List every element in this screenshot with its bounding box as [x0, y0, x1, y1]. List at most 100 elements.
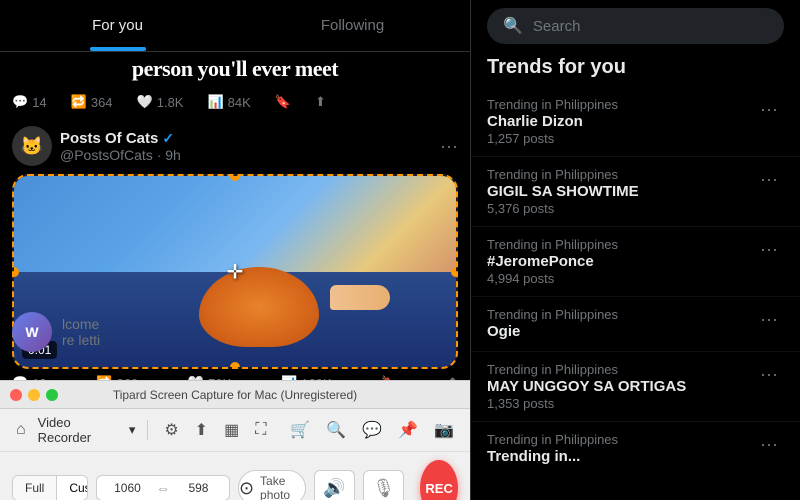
search-placeholder[interactable]: Search: [533, 18, 581, 35]
message-icon[interactable]: 💬: [358, 418, 386, 442]
trend-posts-4: 1,353 posts: [487, 396, 754, 411]
main-container: For you Following person you'll ever mee…: [0, 0, 800, 500]
maximize-window-button[interactable]: [46, 389, 58, 401]
trend-item-0[interactable]: Trending in Philippines Charlie Dizon 1,…: [471, 87, 800, 157]
close-window-button[interactable]: [10, 389, 22, 401]
trend-more-2[interactable]: ···: [754, 237, 784, 262]
search-input-wrapper[interactable]: 🔍 Search: [487, 8, 784, 44]
trend-category-1: Trending in Philippines: [487, 167, 754, 182]
share-icon: ⬆: [315, 94, 326, 110]
profile-text-line2: re letti: [62, 332, 100, 348]
trend-category-2: Trending in Philippines: [487, 237, 754, 252]
search-toolbar-icon[interactable]: 🔍: [322, 418, 350, 442]
toolbar-divider-1: [147, 420, 148, 440]
trend-item-1[interactable]: Trending in Philippines GIGIL SA SHOWTIM…: [471, 157, 800, 227]
handle-br[interactable]: [451, 362, 458, 369]
size-option-group: Full Custom: [12, 475, 88, 500]
settings-icon[interactable]: ⚙: [160, 418, 182, 442]
comment-count: 14: [32, 95, 46, 110]
username-text: Posts Of Cats: [60, 130, 158, 147]
cart-icon[interactable]: 🛒: [286, 418, 314, 442]
mic-option[interactable]: 🎙: [363, 470, 404, 500]
handle-text: @PostsOfCats: [60, 147, 153, 163]
camera-circle-icon: ⊙: [239, 478, 254, 499]
search-icon: 🔍: [503, 16, 523, 36]
chevron-down-icon: ▾: [129, 422, 136, 438]
views-action[interactable]: 📊 84K: [207, 94, 250, 110]
video-overlay: person you'll ever meet: [0, 52, 470, 86]
share-action[interactable]: ⬆: [315, 94, 326, 110]
profile-text: lcome re letti: [62, 316, 100, 348]
pin-icon[interactable]: 📌: [394, 418, 422, 442]
trend-more-5[interactable]: ···: [754, 432, 784, 457]
user-info: Posts Of Cats ✓ @PostsOfCats · 9h: [60, 130, 432, 163]
overlay-text: person you'll ever meet: [132, 56, 338, 82]
trend-info-3: Trending in Philippines Ogie: [487, 307, 754, 341]
tab-following[interactable]: Following: [235, 0, 470, 51]
trend-name-1: GIGIL SA SHOWTIME: [487, 183, 754, 200]
trend-more-0[interactable]: ···: [754, 97, 784, 122]
trend-name-4: MAY UNGGOY SA ORTIGAS: [487, 378, 754, 395]
handle-bm[interactable]: [230, 362, 240, 369]
trend-name-3: Ogie: [487, 323, 754, 340]
upload-icon[interactable]: ⬆: [191, 418, 212, 442]
minimize-window-button[interactable]: [28, 389, 40, 401]
trend-posts-2: 4,994 posts: [487, 271, 754, 286]
audio-option[interactable]: 🔊: [314, 470, 355, 500]
like-action[interactable]: 🤍 1.8K: [137, 94, 184, 110]
retweet-count: 364: [91, 95, 113, 110]
trend-more-3[interactable]: ···: [754, 307, 784, 332]
resolution-width-input[interactable]: [105, 481, 150, 495]
post-time-value: 9h: [165, 147, 181, 163]
trend-more-4[interactable]: ···: [754, 362, 784, 387]
camera-toolbar-icon[interactable]: 📷: [430, 418, 458, 442]
move-cursor-icon: ✛: [227, 259, 244, 284]
capture-toolbar: ⌂ Video Recorder ▾ ⚙ ⬆ ▦ ⛶ 🛒 🔍 💬 📌 📷: [0, 409, 470, 452]
trend-category-5: Trending in Philippines: [487, 432, 754, 447]
cat-post: 🐱 Posts Of Cats ✓ @PostsOfCats · 9h ···: [0, 118, 470, 405]
profile-avatar: W: [12, 312, 52, 352]
trend-more-1[interactable]: ···: [754, 167, 784, 192]
trend-item-4[interactable]: Trending in Philippines MAY UNGGOY SA OR…: [471, 352, 800, 422]
comment-action[interactable]: 💬 14: [12, 94, 47, 110]
profile-section: W lcome re letti: [0, 304, 470, 360]
handle-bl[interactable]: [12, 362, 19, 369]
post-username: Posts Of Cats ✓: [60, 130, 432, 147]
handle-tr[interactable]: [451, 174, 458, 181]
bookmark-icon: 🔖: [275, 94, 291, 110]
resolution-height-input[interactable]: [176, 481, 221, 495]
search-bar: 🔍 Search: [471, 0, 800, 52]
post-header: 🐱 Posts Of Cats ✓ @PostsOfCats · 9h ···: [12, 126, 458, 166]
tab-for-you-label: For you: [92, 17, 143, 34]
video-recorder-label[interactable]: Video Recorder ▾: [38, 415, 136, 445]
capture-title: Tipard Screen Capture for Mac (Unregiste…: [113, 388, 357, 402]
handle-mr[interactable]: [451, 267, 458, 277]
full-size-button[interactable]: Full: [13, 476, 57, 500]
trend-item-3[interactable]: Trending in Philippines Ogie ···: [471, 297, 800, 352]
tab-following-label: Following: [321, 17, 384, 34]
verified-icon: ✓: [162, 130, 174, 147]
trend-info-1: Trending in Philippines GIGIL SA SHOWTIM…: [487, 167, 754, 216]
custom-size-button[interactable]: Custom: [57, 476, 88, 500]
trend-item-5[interactable]: Trending in Philippines Trending in... ·…: [471, 422, 800, 476]
trend-name-2: #JeromePonce: [487, 253, 754, 270]
grid-icon[interactable]: ▦: [220, 418, 243, 442]
avatar-emoji: 🐱: [21, 136, 43, 157]
mic-icon: 🎙: [372, 478, 395, 499]
retweet-action[interactable]: 🔁 364: [71, 94, 113, 110]
camera-option[interactable]: ⊙ Take photo: [238, 470, 306, 500]
tab-for-you[interactable]: For you: [0, 0, 235, 51]
post-more-button[interactable]: ···: [440, 136, 458, 157]
expand-icon[interactable]: ⛶: [251, 419, 270, 441]
trend-name-0: Charlie Dizon: [487, 113, 754, 130]
window-controls: [10, 389, 58, 401]
capture-options: Full Custom ⇔ ⊙ Take photo 🔊 🎙: [0, 452, 470, 500]
screen-capture-bar: Tipard Screen Capture for Mac (Unregiste…: [0, 380, 470, 500]
resolution-separator: ⇔: [156, 480, 170, 496]
rec-button[interactable]: REC: [420, 460, 458, 500]
trend-posts-0: 1,257 posts: [487, 131, 754, 146]
home-icon[interactable]: ⌂: [12, 419, 30, 441]
trend-item-2[interactable]: Trending in Philippines #JeromePonce 4,9…: [471, 227, 800, 297]
views-count: 84K: [228, 95, 251, 110]
bookmark-action[interactable]: 🔖: [275, 94, 291, 110]
